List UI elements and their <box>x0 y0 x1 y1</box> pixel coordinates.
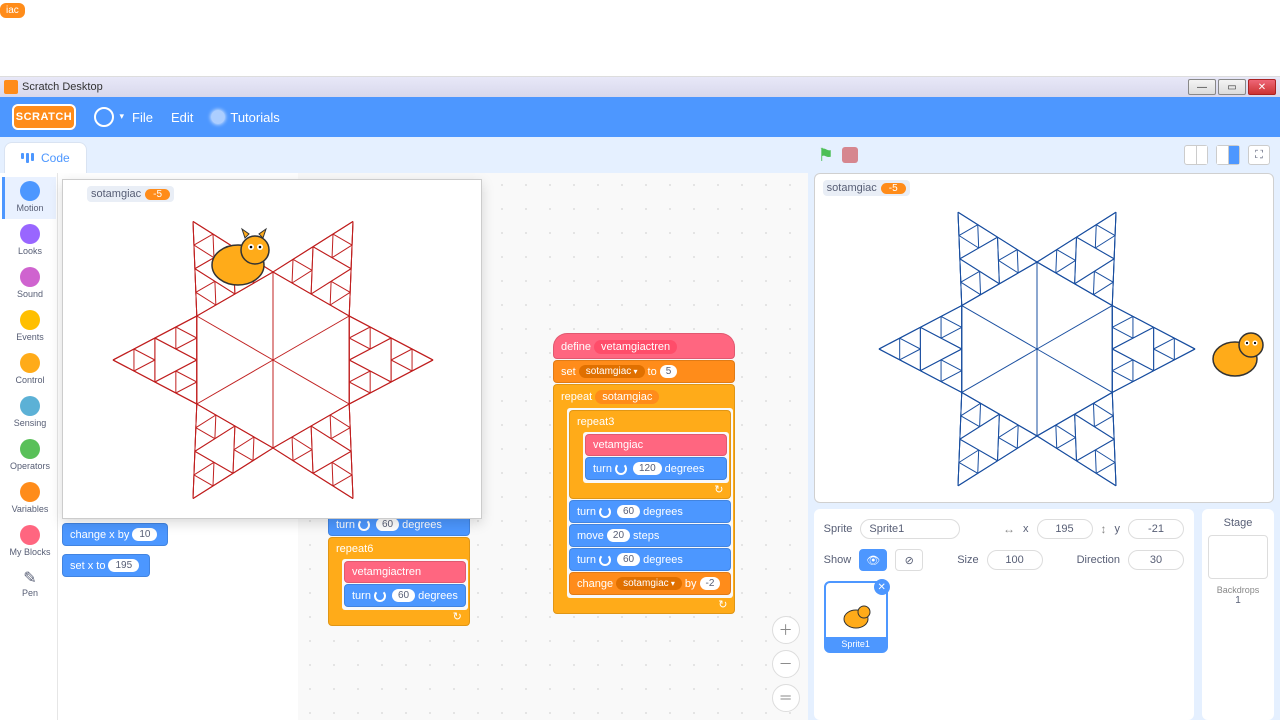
zoom-reset-button[interactable]: ＝ <box>772 684 800 712</box>
block-turn-2[interactable]: turn 60degrees <box>344 584 466 607</box>
cat-sprite-stage <box>1199 319 1274 389</box>
menu-edit[interactable]: Edit <box>171 110 193 125</box>
window-title: Scratch Desktop <box>22 81 103 93</box>
maximize-button[interactable]: ▭ <box>1218 79 1246 95</box>
green-flag-button[interactable]: ⚑ <box>818 145 834 166</box>
menubar: SCRATCH File Edit Tutorials <box>0 97 1280 137</box>
block-turn-a[interactable]: turn 60degrees <box>569 500 731 523</box>
stage-panel[interactable]: Stage Backdrops 1 <box>1202 509 1274 720</box>
block-set-x[interactable]: set x to195 <box>62 554 150 577</box>
stage-column: ⚑ ⛶ sotamgiac-5 Sprite <box>808 137 1280 720</box>
fullscreen-button[interactable]: ⛶ <box>1248 145 1270 165</box>
y-icon: ↕ <box>1101 522 1107 536</box>
block-set-var[interactable]: setsotamgiac to5 <box>553 360 735 383</box>
app-icon <box>4 80 18 94</box>
menu-file[interactable]: File <box>132 110 153 125</box>
sprite-info-panel: Sprite ↔ x ↕ y Show 👁 ⊘ Size <box>814 509 1194 720</box>
sprite-tile-sprite1[interactable]: ✕ Sprite1 <box>824 581 888 653</box>
stage-thumbnail[interactable] <box>1208 535 1268 579</box>
block-define[interactable]: define vetamgiactren <box>553 333 735 359</box>
tab-code[interactable]: Code <box>4 142 87 173</box>
block-turn-inner[interactable]: turn 120degrees <box>585 457 727 480</box>
block-repeat-inner[interactable]: repeat3 vetamgiac turn 120degrees <box>569 410 731 499</box>
editor-column: Code MotionLooksSoundEventsControlSensin… <box>0 137 808 720</box>
category-sound[interactable]: Sound <box>2 263 56 305</box>
menu-tutorials[interactable]: Tutorials <box>211 110 279 125</box>
hide-button[interactable]: ⊘ <box>895 549 923 571</box>
category-motion[interactable]: Motion <box>2 177 56 219</box>
sprite-y-input[interactable] <box>1128 519 1184 539</box>
sprite-x-input[interactable] <box>1037 519 1093 539</box>
category-sensing[interactable]: Sensing <box>2 392 56 434</box>
workspace: Code MotionLooksSoundEventsControlSensin… <box>0 137 1280 720</box>
close-button[interactable]: ✕ <box>1248 79 1276 95</box>
zoom-in-button[interactable]: ＋ <box>772 616 800 644</box>
script-stack-1[interactable]: turn 60degrees repeat6 vetamgiactren tur… <box>328 513 470 627</box>
block-change-var[interactable]: changesotamgiac by-2 <box>569 572 731 595</box>
sprite-direction-input[interactable] <box>1128 550 1184 570</box>
category-operators[interactable]: Operators <box>2 435 56 477</box>
category-column: MotionLooksSoundEventsControlSensingOper… <box>0 173 58 720</box>
zoom-out-button[interactable]: － <box>772 650 800 678</box>
bulb-icon <box>211 110 225 124</box>
stage[interactable]: sotamgiac-5 <box>814 173 1274 503</box>
scratch-logo[interactable]: SCRATCH <box>12 104 76 130</box>
block-call-vetamgiac[interactable]: vetamgiac <box>585 434 727 456</box>
sprite-thumb-icon <box>839 602 873 632</box>
block-move-steps[interactable]: move20steps <box>569 524 731 547</box>
block-repeat-6[interactable]: repeat6 vetamgiactren turn 60degrees <box>328 537 470 626</box>
block-turn-b[interactable]: turn 60degrees <box>569 548 731 571</box>
stage-panel-title: Stage <box>1206 517 1270 529</box>
stage-size-small[interactable] <box>1184 145 1208 165</box>
sprite-size-input[interactable] <box>987 550 1043 570</box>
show-button[interactable]: 👁 <box>859 549 887 571</box>
window-titlebar: Scratch Desktop — ▭ ✕ <box>0 77 1280 97</box>
category-events[interactable]: Events <box>2 306 56 348</box>
category-pen[interactable]: ✎Pen <box>2 564 56 604</box>
script-stack-define[interactable]: define vetamgiactren setsotamgiac to5 re… <box>553 333 735 615</box>
block-change-x[interactable]: change x by10 <box>62 523 168 546</box>
block-call-vetamgiactren[interactable]: vetamgiactren <box>344 561 466 583</box>
zoom-controls: ＋ － ＝ <box>772 616 800 712</box>
category-variables[interactable]: Variables <box>2 478 56 520</box>
star-drawing-stage <box>815 174 1265 503</box>
code-icon <box>21 153 35 163</box>
block-repeat-outer[interactable]: repeat sotamgiac repeat3 vetamgiac turn … <box>553 384 735 614</box>
language-button[interactable] <box>94 107 114 127</box>
stop-button[interactable] <box>842 147 858 163</box>
category-my-blocks[interactable]: My Blocks <box>2 521 56 563</box>
sprite-label: Sprite <box>824 523 853 535</box>
editor-area: MotionLooksSoundEventsControlSensingOper… <box>0 173 808 720</box>
sprite-list: ✕ Sprite1 <box>824 581 1184 653</box>
stage-controls: ⚑ ⛶ <box>812 137 1276 173</box>
fragment-badge: iac <box>0 3 25 18</box>
minimize-button[interactable]: — <box>1188 79 1216 95</box>
category-control[interactable]: Control <box>2 349 56 391</box>
x-icon: ↔ <box>1003 522 1015 536</box>
stage-preview-overlay: sotamgiac-5 <box>62 179 482 519</box>
delete-sprite-button[interactable]: ✕ <box>874 579 890 595</box>
stage-size-large[interactable] <box>1216 145 1240 165</box>
browser-top-strip: iac <box>0 0 1280 77</box>
sprite-name-input[interactable] <box>860 519 960 539</box>
category-looks[interactable]: Looks <box>2 220 56 262</box>
tabs-row: Code <box>0 137 808 173</box>
cat-sprite-preview <box>193 220 283 300</box>
